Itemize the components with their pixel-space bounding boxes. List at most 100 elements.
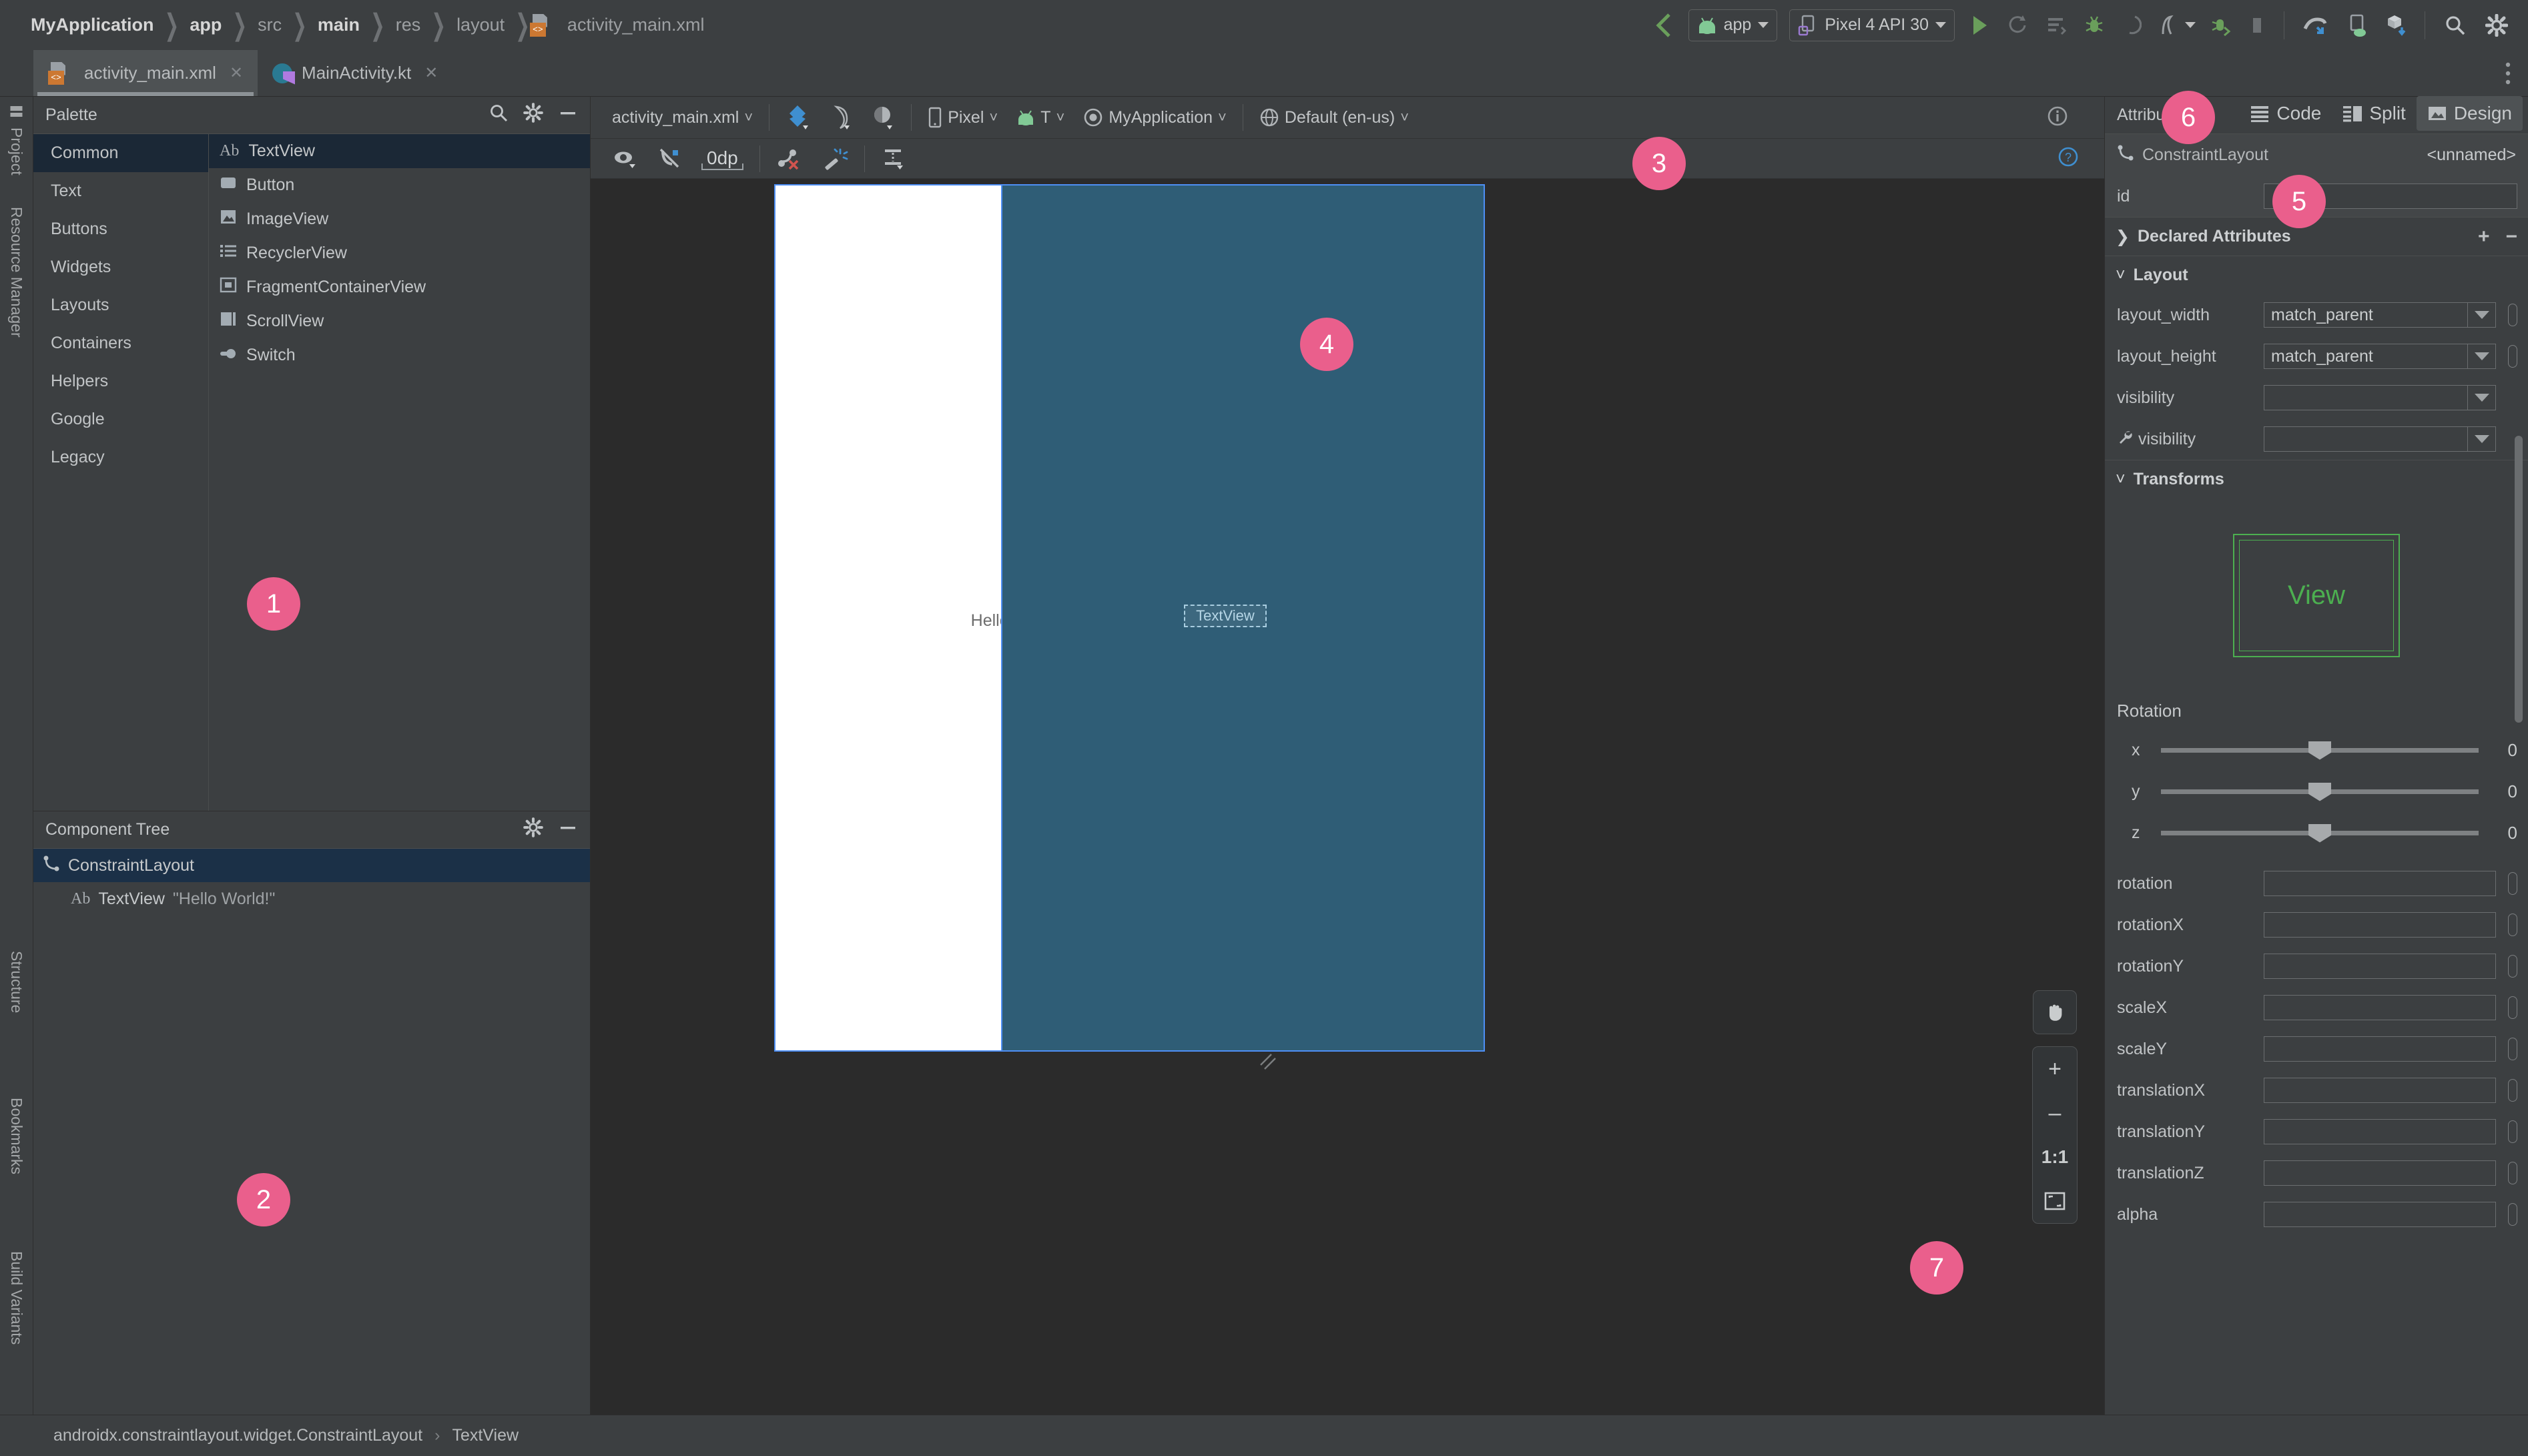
scalex-input[interactable] [2264, 995, 2496, 1020]
palette-category-google[interactable]: Google [33, 400, 208, 438]
settings-gear-icon[interactable] [2476, 13, 2517, 37]
layout-width-combo[interactable]: match_parent [2264, 302, 2496, 328]
palette-item-fragmentcontainerview[interactable]: FragmentContainerView [209, 270, 590, 304]
attribute-pill-indicator[interactable] [2508, 1079, 2517, 1102]
gradle-sync-icon[interactable] [2294, 14, 2338, 37]
tab-overflow-menu[interactable] [2504, 50, 2528, 96]
rail-item-build-variants[interactable]: Build Variants [7, 1251, 25, 1345]
attribute-pill-indicator[interactable] [2508, 872, 2517, 895]
attach-debugger-icon[interactable] [2113, 14, 2150, 37]
module-selector[interactable]: app [1688, 9, 1778, 41]
scaley-input[interactable] [2264, 1036, 2496, 1062]
chevron-down-icon[interactable] [2467, 386, 2495, 410]
tree-node-textview[interactable]: Ab TextView "Hello World!" [33, 882, 590, 916]
chevron-down-icon[interactable] [2185, 22, 2196, 28]
palette-category-common[interactable]: Common [33, 134, 208, 172]
translationy-input[interactable] [2264, 1119, 2496, 1144]
run-icon[interactable] [1961, 14, 1998, 37]
theme-picker[interactable]: MyApplication ˅ [1074, 107, 1236, 127]
breadcrumb-item-2[interactable]: src [247, 15, 292, 35]
breadcrumb-item-4[interactable]: res [385, 15, 432, 35]
attribute-pill-indicator[interactable] [2508, 1203, 2517, 1226]
tree-node-constraintlayout[interactable]: ConstraintLayout [33, 849, 590, 882]
palette-category-layouts[interactable]: Layouts [33, 286, 208, 324]
profile-icon[interactable] [2150, 14, 2185, 37]
attribute-pill-indicator[interactable] [2508, 1120, 2517, 1143]
section-layout[interactable]: ˅ Layout [2105, 256, 2528, 294]
chevron-down-icon[interactable] [2467, 303, 2495, 327]
slider-track[interactable] [2161, 741, 2479, 760]
palette-category-widgets[interactable]: Widgets [33, 248, 208, 286]
run-profiler-icon[interactable] [2202, 14, 2240, 37]
close-icon[interactable]: ✕ [424, 63, 438, 83]
fit-screen-button[interactable] [2033, 1179, 2077, 1223]
slider-track[interactable] [2161, 782, 2479, 801]
attributes-scroll-area[interactable]: id ❯ Declared Attributes + − ˅ Layout la… [2105, 175, 2528, 1415]
attribute-pill-indicator[interactable] [2508, 345, 2517, 368]
remove-icon[interactable]: − [2505, 226, 2517, 248]
device-selector[interactable]: Pixel 4 API 30 [1789, 9, 1955, 41]
palette-item-scrollview[interactable]: ScrollView [209, 304, 590, 338]
default-margin-value[interactable]: 0dp [701, 147, 743, 170]
apply-changes-icon[interactable] [1998, 14, 2037, 37]
palette-category-text[interactable]: Text [33, 172, 208, 210]
palette-item-switch[interactable]: Switch [209, 338, 590, 372]
magic-wand-icon[interactable] [812, 147, 858, 170]
chevron-down-icon[interactable] [2467, 344, 2495, 368]
rotationx-input[interactable] [2264, 912, 2496, 938]
attribute-pill-indicator[interactable] [2508, 1038, 2517, 1060]
rail-item-bookmarks[interactable]: Bookmarks [7, 1098, 25, 1174]
mode-design-button[interactable]: Design [2416, 96, 2523, 131]
apply-code-changes-icon[interactable] [2037, 15, 2076, 36]
attribute-pill-indicator[interactable] [2508, 1162, 2517, 1184]
translationx-input[interactable] [2264, 1078, 2496, 1103]
palette-category-helpers[interactable]: Helpers [33, 362, 208, 400]
palette-category-buttons[interactable]: Buttons [33, 210, 208, 248]
slider-thumb[interactable] [2308, 741, 2331, 760]
rail-item-project[interactable]: Project [7, 103, 25, 175]
night-mode-icon[interactable] [862, 104, 904, 131]
clear-constraints-icon[interactable] [767, 147, 812, 170]
hide-constraints-icon[interactable] [648, 147, 692, 170]
back-arrow-icon[interactable] [1644, 12, 1682, 39]
rail-item-structure[interactable]: Structure [7, 951, 25, 1013]
gear-icon[interactable] [523, 103, 543, 127]
status-path[interactable]: androidx.constraintlayout.widget.Constra… [53, 1426, 422, 1445]
mode-split-button[interactable]: Split [2332, 96, 2416, 131]
avd-manager-icon[interactable] [2338, 14, 2377, 37]
minimize-icon[interactable] [558, 817, 578, 842]
minimize-icon[interactable] [558, 103, 578, 127]
help-icon[interactable]: ? [2058, 146, 2092, 171]
tab-activity-main-xml[interactable]: <> activity_main.xml ✕ [33, 50, 258, 96]
debug-icon[interactable] [2076, 15, 2113, 36]
visibility-combo[interactable] [2264, 385, 2496, 410]
rail-item-resource-manager[interactable]: Resource Manager [7, 207, 25, 338]
eye-icon[interactable] [603, 148, 648, 169]
palette-item-recyclerview[interactable]: RecyclerView [209, 236, 590, 270]
attribute-pill-indicator[interactable] [2508, 996, 2517, 1019]
rotation-input[interactable] [2264, 871, 2496, 896]
api-level-picker[interactable]: T ˅ [1007, 108, 1074, 127]
breadcrumb-item-0[interactable]: MyApplication [20, 15, 165, 35]
search-icon[interactable] [489, 103, 509, 127]
locale-picker[interactable]: Default (en-us) ˅ [1250, 107, 1418, 127]
actual-size-button[interactable]: 1:1 [2033, 1135, 2077, 1179]
slider-thumb[interactable] [2308, 823, 2331, 843]
orientation-icon[interactable] [819, 104, 862, 131]
palette-item-imageview[interactable]: ImageView [209, 202, 590, 236]
breadcrumb-item-5[interactable]: layout [446, 15, 515, 35]
zoom-in-button[interactable]: + [2033, 1047, 2077, 1091]
attribute-pill-indicator[interactable] [2508, 955, 2517, 978]
layout-height-combo[interactable]: match_parent [2264, 344, 2496, 369]
breadcrumb-file[interactable]: activity_main.xml [557, 15, 715, 35]
blueprint-textview-component[interactable]: TextView [1184, 605, 1267, 627]
pan-hand-icon[interactable] [2033, 990, 2077, 1034]
tab-mainactivity-kt[interactable]: MainActivity.kt ✕ [258, 50, 452, 96]
breadcrumb-item-3[interactable]: main [307, 15, 370, 35]
attribute-pill-indicator[interactable] [2508, 304, 2517, 326]
design-surface-icon[interactable] [776, 104, 819, 131]
tools-visibility-combo[interactable] [2264, 426, 2496, 452]
status-leaf[interactable]: TextView [452, 1426, 519, 1445]
palette-category-legacy[interactable]: Legacy [33, 438, 208, 476]
add-icon[interactable]: + [2478, 226, 2490, 248]
